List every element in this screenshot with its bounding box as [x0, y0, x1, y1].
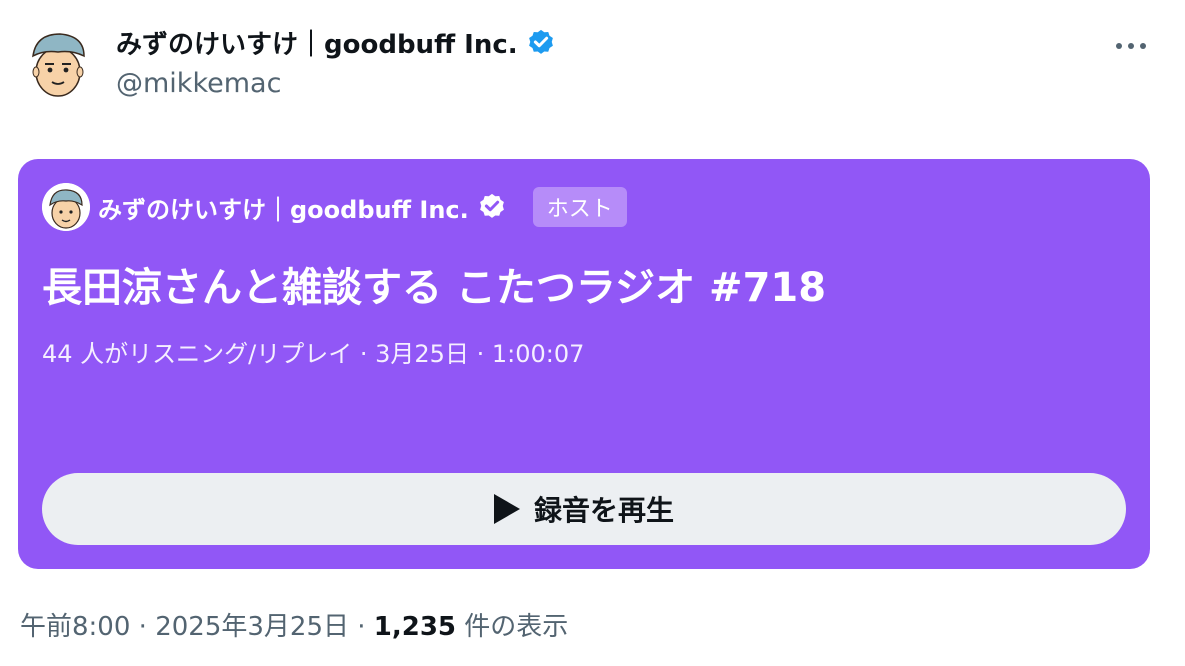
- views-label: 件の表示: [464, 612, 569, 642]
- tweet-footer: 午前8:00 · 2025年3月25日 · 1,235 件の表示: [20, 606, 568, 643]
- more-options-icon[interactable]: [1114, 40, 1148, 52]
- tweet-date[interactable]: 2025年3月25日: [155, 612, 349, 642]
- space-host-row: みずのけいすけ｜goodbuff Inc. ホスト: [42, 183, 627, 231]
- host-avatar[interactable]: [42, 183, 90, 231]
- verified-badge-icon: [528, 29, 553, 54]
- verified-badge-icon: [479, 193, 504, 218]
- author-avatar[interactable]: [28, 28, 88, 98]
- separator-dot: ·: [357, 612, 374, 642]
- play-icon: [493, 494, 520, 524]
- author-name-text[interactable]: みずのけいすけ｜goodbuff Inc.: [116, 24, 518, 61]
- host-name[interactable]: みずのけいすけ｜goodbuff Inc.: [98, 190, 469, 225]
- author-handle[interactable]: @mikkemac: [116, 68, 281, 99]
- tweet-time[interactable]: 午前8:00: [20, 612, 130, 642]
- views-count: 1,235: [373, 612, 457, 642]
- space-card[interactable]: みずのけいすけ｜goodbuff Inc. ホスト 長田涼さんと雑談する こたつ…: [18, 159, 1150, 569]
- host-badge: ホスト: [532, 187, 627, 227]
- author-name[interactable]: みずのけいすけ｜goodbuff Inc.: [116, 24, 556, 61]
- space-title: 長田涼さんと雑談する こたつラジオ #718: [42, 265, 827, 311]
- space-meta: 44 人がリスニング/リプレイ · 3月25日 · 1:00:07: [42, 340, 585, 368]
- play-recording-label: 録音を再生: [533, 494, 674, 527]
- separator-dot: ·: [138, 612, 156, 642]
- play-recording-button[interactable]: 録音を再生: [42, 473, 1126, 545]
